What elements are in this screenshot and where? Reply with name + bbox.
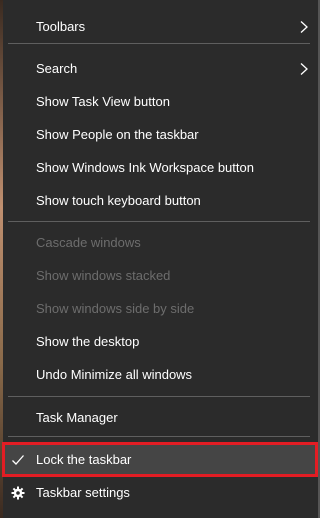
menu-separator (8, 396, 310, 397)
gear-icon (11, 486, 25, 499)
menu-item-label: Show People on the taskbar (36, 127, 199, 142)
taskbar-context-menu: Toolbars Search Show Task View button Sh… (2, 0, 318, 518)
menu-item-show-task-view-button[interactable]: Show Task View button (3, 85, 318, 118)
menu-item-label: Search (36, 61, 78, 76)
menu-item-lock-the-taskbar[interactable]: Lock the taskbar (3, 443, 318, 476)
menu-item-label: Show Task View button (36, 94, 170, 109)
menu-item-search[interactable]: Search (3, 52, 318, 85)
menu-item-label: Cascade windows (36, 235, 141, 250)
menu-item-show-windows-stacked: Show windows stacked (3, 259, 318, 292)
menu-item-show-people[interactable]: Show People on the taskbar (3, 118, 318, 151)
menu-item-label: Show the desktop (36, 334, 140, 349)
taskbar-context-menu-screenshot: Toolbars Search Show Task View button Sh… (0, 0, 320, 518)
menu-item-label: Taskbar settings (36, 485, 130, 500)
menu-item-taskbar-settings[interactable]: Taskbar settings (3, 476, 318, 509)
chevron-right-icon (300, 20, 308, 33)
chevron-right-icon (300, 62, 308, 75)
menu-separator (8, 221, 310, 222)
menu-item-label: Toolbars (36, 19, 86, 34)
menu-item-toolbars[interactable]: Toolbars (3, 10, 318, 43)
menu-item-label: Show windows side by side (36, 301, 195, 316)
menu-separator (8, 43, 310, 44)
menu-item-cascade-windows: Cascade windows (3, 226, 318, 259)
menu-item-undo-minimize-all[interactable]: Undo Minimize all windows (3, 358, 318, 391)
menu-item-label: Task Manager (36, 410, 118, 425)
menu-item-show-the-desktop[interactable]: Show the desktop (3, 325, 318, 358)
menu-item-label: Undo Minimize all windows (36, 367, 193, 382)
menu-item-show-windows-side-by-side: Show windows side by side (3, 292, 318, 325)
menu-item-label: Show Windows Ink Workspace button (36, 160, 254, 175)
menu-item-show-windows-ink[interactable]: Show Windows Ink Workspace button (3, 151, 318, 184)
checkmark-icon (12, 454, 24, 465)
menu-item-task-manager[interactable]: Task Manager (3, 401, 318, 434)
menu-item-label: Show touch keyboard button (36, 193, 201, 208)
menu-separator (8, 436, 310, 437)
menu-item-label: Show windows stacked (36, 268, 171, 283)
menu-item-label: Lock the taskbar (36, 452, 132, 467)
menu-item-show-touch-keyboard[interactable]: Show touch keyboard button (3, 184, 318, 217)
